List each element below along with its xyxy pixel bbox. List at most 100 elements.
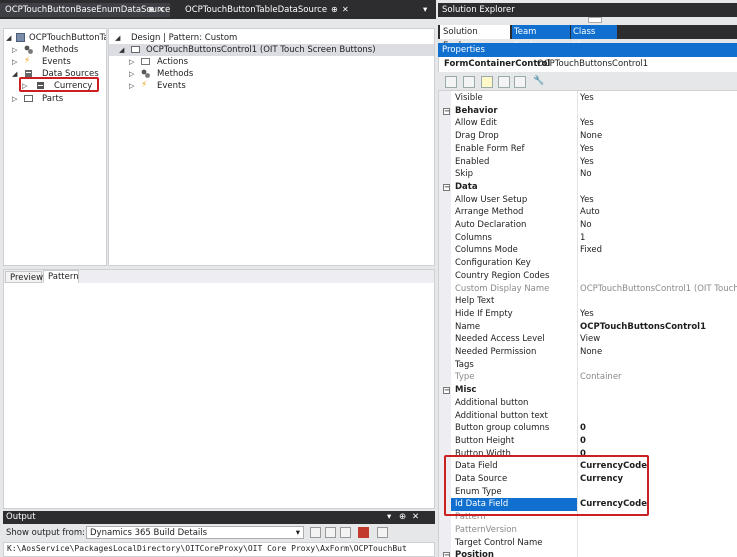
go-to-icon[interactable]	[340, 527, 351, 538]
find-previous-icon[interactable]	[310, 527, 321, 538]
property-row[interactable]: Drag Drop None	[439, 130, 737, 143]
collapse-arrow-icon[interactable]: ▷	[129, 56, 134, 68]
property-value[interactable]: Container	[580, 371, 622, 384]
find-next-icon[interactable]	[325, 527, 336, 538]
property-value[interactable]: Auto	[580, 206, 600, 219]
wrench-icon[interactable]: 🔧	[533, 76, 545, 88]
tab-preview[interactable]: Preview	[5, 271, 43, 283]
property-category[interactable]: − Misc	[439, 384, 737, 397]
property-row[interactable]: Configuration Key	[439, 257, 737, 270]
collapse-arrow-icon[interactable]: ▷	[12, 56, 17, 68]
property-row[interactable]: Needed Permission None	[439, 346, 737, 359]
property-name: Auto Declaration	[455, 220, 527, 230]
property-row[interactable]: Target Control Name	[439, 537, 737, 550]
property-value[interactable]: No	[580, 168, 592, 181]
editor-tab-baseenum[interactable]: OCPTouchButtonBaseEnumDataSource ⊕ ✕	[0, 3, 170, 17]
property-row[interactable]: Skip No	[439, 168, 737, 181]
tab-class-view[interactable]: Class View	[571, 25, 617, 51]
property-value[interactable]: Yes	[580, 92, 594, 105]
expand-arrow-icon[interactable]: ◢	[6, 32, 11, 44]
property-row[interactable]: Visible Yes	[439, 92, 737, 105]
property-value[interactable]: Yes	[580, 117, 594, 130]
property-row[interactable]: PatternVersion	[439, 524, 737, 537]
property-row[interactable]: Allow User Setup Yes	[439, 194, 737, 207]
property-row[interactable]: Enabled Yes	[439, 156, 737, 169]
property-row[interactable]: Button Height 0	[439, 435, 737, 448]
property-row[interactable]: Needed Access Level View	[439, 333, 737, 346]
property-value[interactable]: None	[580, 130, 602, 143]
container-icon	[131, 45, 140, 54]
close-icon[interactable]: ✕	[342, 3, 349, 17]
property-category[interactable]: − Behavior	[439, 105, 737, 118]
word-wrap-icon[interactable]	[377, 527, 388, 538]
collapse-arrow-icon[interactable]: ▷	[129, 68, 134, 80]
tab-team-explorer[interactable]: Team Explorer	[512, 25, 570, 51]
tab-dropdown-icon[interactable]: ▾	[420, 3, 434, 17]
property-row[interactable]: Hide If Empty Yes	[439, 308, 737, 321]
properties-icon[interactable]	[481, 76, 493, 88]
sort-icon[interactable]	[514, 76, 526, 88]
property-value[interactable]: 1	[580, 232, 585, 245]
toolbar-button-icon[interactable]	[588, 17, 602, 23]
editor-tab-tabledatasource[interactable]: OCPTouchButtonTableDataSource ⊕ ✕	[180, 3, 350, 17]
property-value[interactable]: Yes	[580, 156, 594, 169]
property-row[interactable]: Tags	[439, 359, 737, 372]
property-name: Custom Display Name	[455, 283, 550, 294]
property-row[interactable]: Custom Display Name OCPTouchButtonsContro…	[439, 283, 737, 296]
output-source-select[interactable]: Dynamics 365 Build Details ▾	[86, 526, 304, 539]
pin-icon[interactable]: ⊕	[399, 511, 406, 524]
collapse-toggle-icon[interactable]: −	[443, 552, 450, 557]
tab-pattern[interactable]: Pattern	[43, 270, 79, 284]
property-value[interactable]: View	[580, 333, 600, 346]
property-row[interactable]: Enable Form Ref Yes	[439, 143, 737, 156]
property-row[interactable]: Button group columns 0	[439, 422, 737, 435]
expand-arrow-icon[interactable]: ◢	[115, 32, 120, 44]
output-source-value: Dynamics 365 Build Details	[90, 528, 208, 538]
property-row[interactable]: Type Container	[439, 371, 737, 384]
pin-icon[interactable]: ⊕	[148, 3, 155, 17]
property-row[interactable]: Help Text	[439, 295, 737, 308]
property-value[interactable]: OCPTouchButtonsControl1 (OIT Touch Sc	[580, 283, 737, 296]
collapse-toggle-icon[interactable]: −	[443, 107, 450, 115]
collapse-arrow-icon[interactable]: ▷	[12, 44, 17, 56]
pin-icon[interactable]: ⊕	[331, 3, 338, 17]
property-value[interactable]: Yes	[580, 143, 594, 156]
property-row[interactable]: Country Region Codes	[439, 270, 737, 283]
property-value[interactable]: 0	[580, 435, 586, 448]
properties-title: Properties	[442, 45, 485, 55]
categorized-icon[interactable]	[445, 76, 457, 88]
property-row[interactable]: Columns 1	[439, 232, 737, 245]
expand-arrow-icon[interactable]: ◢	[119, 44, 124, 56]
collapse-toggle-icon[interactable]: −	[443, 387, 450, 395]
property-row[interactable]: Additional button text	[439, 410, 737, 423]
property-value[interactable]: None	[580, 346, 602, 359]
alphabetical-icon[interactable]	[463, 76, 475, 88]
tab-solution-explorer[interactable]: Solution Explorer	[440, 25, 510, 51]
close-icon[interactable]: ✕	[158, 3, 165, 17]
dropdown-icon[interactable]: ▾	[387, 511, 391, 524]
property-name: Data	[455, 181, 478, 192]
close-icon[interactable]: ✕	[412, 511, 419, 524]
property-value[interactable]: No	[580, 219, 592, 232]
expand-arrow-icon[interactable]: ◢	[12, 68, 17, 80]
property-category[interactable]: − Position	[439, 549, 737, 557]
property-row[interactable]: Columns Mode Fixed	[439, 244, 737, 257]
property-value[interactable]: Yes	[580, 308, 594, 321]
events-toggle-icon[interactable]	[498, 76, 510, 88]
property-row[interactable]: Name OCPTouchButtonsControl1	[439, 321, 737, 334]
property-row[interactable]: Auto Declaration No	[439, 219, 737, 232]
chevron-down-icon: ▾	[295, 528, 300, 538]
property-value[interactable]: Fixed	[580, 244, 602, 257]
property-row[interactable]: Arrange Method Auto	[439, 206, 737, 219]
property-row[interactable]: Additional button	[439, 397, 737, 410]
property-value[interactable]: OCPTouchButtonsControl1	[580, 321, 706, 334]
property-category[interactable]: − Data	[439, 181, 737, 194]
property-row[interactable]: Allow Edit Yes	[439, 117, 737, 130]
property-name: Needed Access Level	[455, 334, 545, 345]
collapse-arrow-icon[interactable]: ▷	[129, 80, 134, 92]
collapse-toggle-icon[interactable]: −	[443, 183, 450, 191]
collapse-arrow-icon[interactable]: ▷	[12, 93, 17, 105]
clear-all-icon[interactable]	[358, 527, 369, 538]
property-value[interactable]: 0	[580, 422, 586, 435]
property-value[interactable]: Yes	[580, 194, 594, 207]
